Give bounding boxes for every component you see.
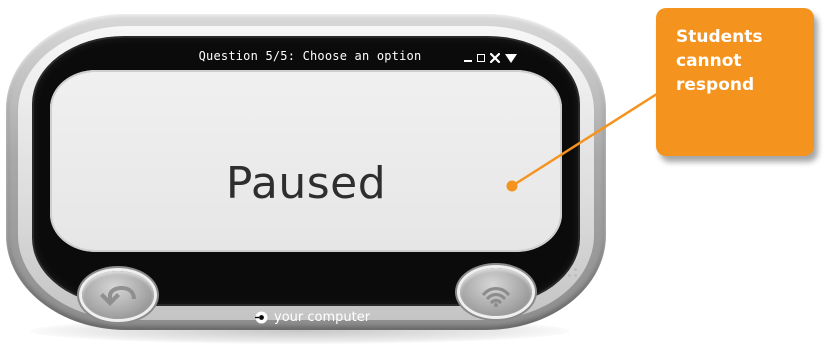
callout-box: Students cannot respond: [656, 8, 814, 156]
status-text: Paused: [225, 158, 387, 209]
computer-source-icon: [255, 311, 268, 323]
back-arrow-icon: [100, 286, 136, 306]
back-button[interactable]: [82, 271, 154, 319]
wifi-button[interactable]: [460, 268, 532, 316]
source-label: your computer: [274, 309, 371, 325]
stage: Question 5/5: Choose an option Paused yo…: [0, 0, 830, 354]
question-title: Question 5/5: Choose an option: [198, 49, 422, 63]
callout-line-2: cannot: [676, 51, 742, 71]
maximize-icon[interactable]: [477, 54, 485, 62]
minimize-icon[interactable]: [464, 52, 472, 62]
callout-line-3: respond: [676, 75, 755, 95]
dropdown-triangle-icon[interactable]: [505, 53, 517, 64]
close-icon[interactable]: [490, 53, 500, 63]
callout-line-1: Students: [676, 27, 763, 47]
window-controls: [464, 51, 517, 65]
wifi-icon: [482, 287, 510, 307]
source-indicator: your computer: [255, 308, 370, 326]
